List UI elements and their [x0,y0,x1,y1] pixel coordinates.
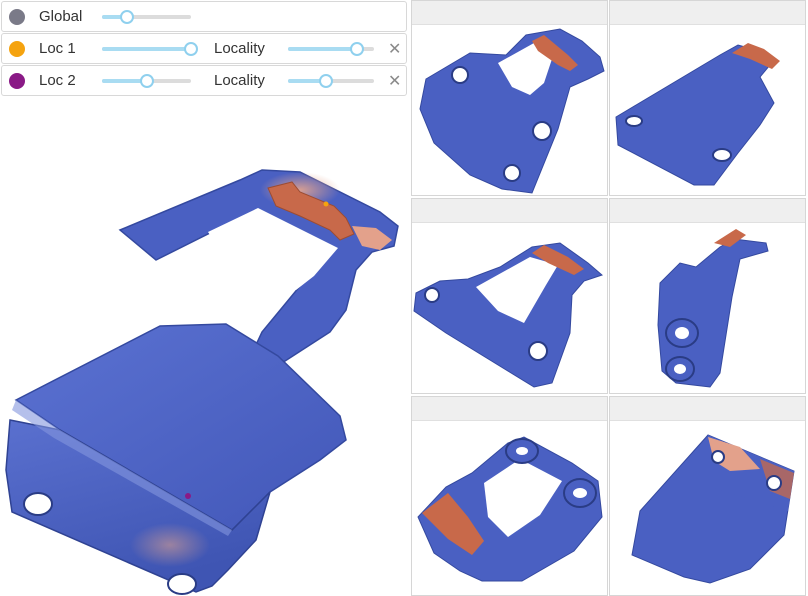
global-slider-knob[interactable] [119,10,134,24]
loc1-control-row: Loc 1 Locality ✕ [1,33,407,64]
loc2-locality-slider-knob[interactable] [318,74,333,88]
thumbnail-header [412,397,607,421]
loc2-color-dot [9,73,25,89]
global-control-row: Global [1,1,407,32]
loc1-locality-label: Locality [214,40,265,57]
loc1-weight-slider-knob[interactable] [184,42,198,56]
thumbnail-header [610,397,805,421]
loc1-locality-slider[interactable] [288,41,374,57]
global-slider[interactable] [102,9,191,25]
loc2-label: Loc 2 [39,72,76,89]
loc2-control-row: Loc 2 Locality ✕ [1,65,407,96]
loc1-label: Loc 1 [39,40,76,57]
view-grid [411,0,808,596]
bracket-render-6 [631,434,795,584]
global-label: Global [39,8,83,25]
bracket-render-5 [417,436,603,582]
bracket-render-2 [615,43,780,186]
loc1-remove-icon[interactable]: ✕ [388,39,401,58]
thumbnail-header [610,199,805,223]
thumbnail-view-4[interactable] [609,198,806,394]
thumbnail-header [610,1,805,25]
thumbnail-view-3[interactable] [411,198,608,394]
loc2-locality-slider[interactable] [288,73,374,89]
loc2-weight-slider[interactable] [102,73,191,89]
thumbnail-view-1[interactable] [411,0,608,196]
loc2-remove-icon[interactable]: ✕ [388,71,401,90]
loc1-color-dot [9,41,25,57]
thumbnail-view-2[interactable] [609,0,806,196]
bracket-render-3 [413,242,603,388]
thumbnail-view-6[interactable] [609,396,806,596]
loc1-locality-slider-knob[interactable] [349,42,364,56]
bracket-render-1 [419,28,605,194]
thumbnail-header [412,199,607,223]
main-3d-viewport[interactable] [0,100,410,596]
loc2-weight-slider-knob[interactable] [139,74,154,88]
global-color-dot [9,9,25,25]
thumbnail-header [412,1,607,25]
loc1-weight-slider[interactable] [102,41,198,57]
bracket-render-4 [657,229,769,388]
thumbnail-view-5[interactable] [411,396,608,596]
loc2-locality-label: Locality [214,72,265,89]
bracket-main-render[interactable] [0,100,410,596]
